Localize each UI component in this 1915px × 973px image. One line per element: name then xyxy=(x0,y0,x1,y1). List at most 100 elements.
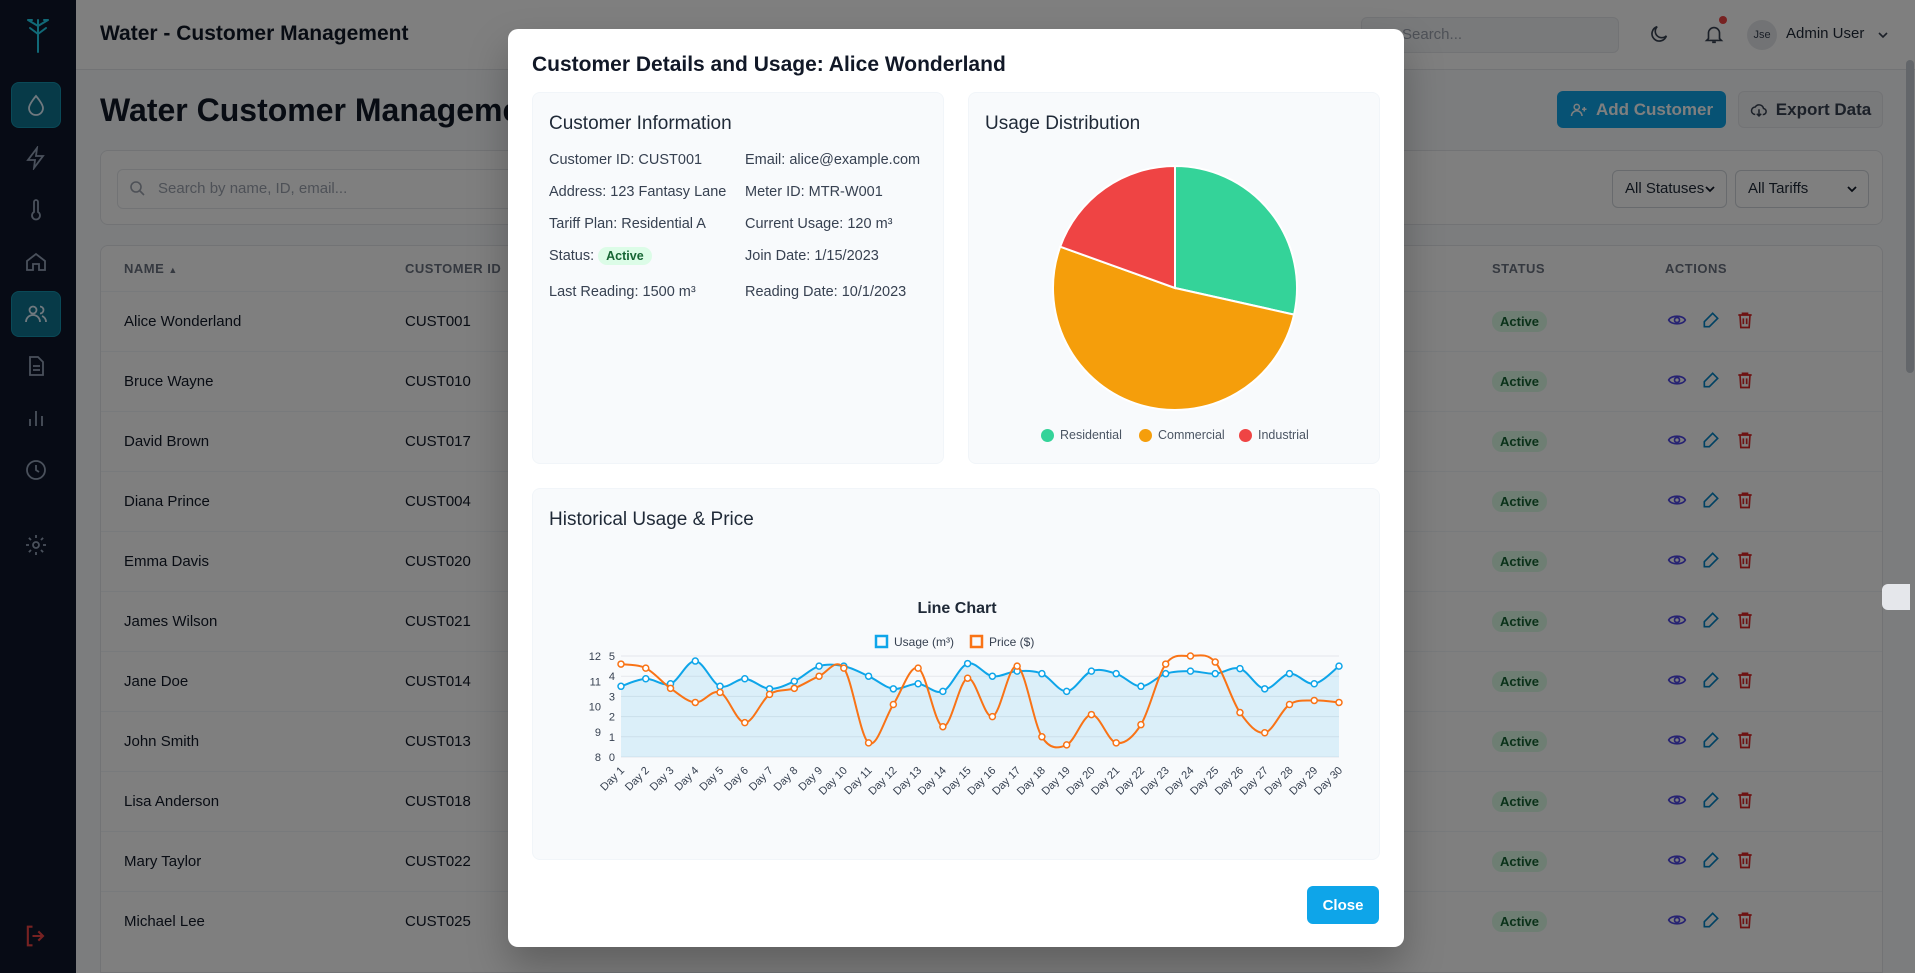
usage-point[interactable] xyxy=(988,672,997,680)
x-tick-label: Day 7 xyxy=(747,765,776,794)
price-point[interactable] xyxy=(914,664,922,672)
price-point[interactable] xyxy=(889,700,898,709)
y-tick-label-right: 5 xyxy=(609,651,615,663)
y-tick-label-left: 8 xyxy=(595,752,601,764)
y-tick-label-right: 4 xyxy=(609,671,615,683)
usage-point[interactable] xyxy=(914,680,922,688)
usage-point[interactable] xyxy=(1260,685,1269,693)
price-point[interactable] xyxy=(1112,739,1120,747)
usage-point[interactable] xyxy=(716,682,724,691)
price-point[interactable] xyxy=(963,674,972,682)
usage-point[interactable] xyxy=(864,672,873,680)
usage-point[interactable] xyxy=(1285,669,1294,678)
customer-info-title: Customer Information xyxy=(549,113,732,134)
y-tick-label-right: 2 xyxy=(609,712,615,724)
usage-point[interactable] xyxy=(617,682,625,691)
usage-point[interactable] xyxy=(1137,682,1145,691)
modal-title: Customer Details and Usage: Alice Wonder… xyxy=(532,53,1006,76)
usage-point[interactable] xyxy=(1335,662,1343,670)
x-tick-label: Day 8 xyxy=(772,765,801,794)
info-tariff: Tariff Plan: Residential A xyxy=(549,216,706,232)
price-point[interactable] xyxy=(765,690,774,699)
legend-swatch xyxy=(1139,428,1152,442)
legend-swatch[interactable] xyxy=(874,634,889,649)
usage-point[interactable] xyxy=(1038,669,1046,678)
info-status-label: Status: xyxy=(549,248,595,264)
price-point[interactable] xyxy=(1236,708,1244,717)
info-address: Address: 123 Fantasy Lane xyxy=(549,184,727,200)
legend-swatch xyxy=(1239,428,1252,442)
price-point[interactable] xyxy=(666,684,675,693)
price-point[interactable] xyxy=(988,712,997,721)
x-tick-label: Day 4 xyxy=(673,765,702,794)
legend-label[interactable]: Price ($) xyxy=(989,635,1034,649)
pie-legend-item[interactable]: Residential xyxy=(1041,428,1122,442)
usage-point[interactable] xyxy=(1161,669,1170,678)
price-point[interactable] xyxy=(741,718,749,727)
price-point[interactable] xyxy=(642,664,650,672)
price-point[interactable] xyxy=(1186,652,1195,660)
info-meter-id: Meter ID: MTR-W001 xyxy=(745,184,883,200)
info-email: Email: alice@example.com xyxy=(745,152,921,168)
usage-point[interactable] xyxy=(963,659,972,668)
legend-swatch[interactable] xyxy=(969,634,984,649)
usage-point[interactable] xyxy=(1087,667,1096,675)
price-point[interactable] xyxy=(1260,729,1269,737)
status-badge: Active xyxy=(598,247,652,265)
price-point[interactable] xyxy=(691,698,700,707)
x-tick-label: Day 3 xyxy=(648,765,677,794)
customer-details-modal: Customer Details and Usage: Alice Wonder… xyxy=(508,29,1404,947)
legend-label: Residential xyxy=(1060,428,1122,442)
price-point[interactable] xyxy=(1038,733,1046,741)
usage-point[interactable] xyxy=(1186,667,1195,675)
extension-tab[interactable] xyxy=(1882,584,1910,610)
usage-point[interactable] xyxy=(1062,687,1071,696)
usage-point[interactable] xyxy=(1112,669,1120,678)
usage-point[interactable] xyxy=(741,674,749,683)
usage-point[interactable] xyxy=(691,657,700,665)
x-tick-label: Day 6 xyxy=(722,765,751,794)
info-join-date: Join Date: 1/15/2023 xyxy=(745,248,879,264)
legend-label[interactable]: Usage (m³) xyxy=(894,635,954,649)
usage-distribution-card: Usage Distribution Residential Commercial… xyxy=(968,92,1380,464)
usage-point[interactable] xyxy=(1310,680,1318,688)
price-point[interactable] xyxy=(1137,720,1145,729)
usage-point[interactable] xyxy=(889,685,898,693)
price-point[interactable] xyxy=(939,722,947,731)
x-tick-label: Day 30 xyxy=(1312,765,1345,798)
price-point[interactable] xyxy=(1310,696,1318,705)
usage-point[interactable] xyxy=(1211,669,1219,678)
price-point[interactable] xyxy=(617,660,625,668)
usage-point[interactable] xyxy=(815,662,823,670)
price-point[interactable] xyxy=(840,664,848,672)
price-point[interactable] xyxy=(1211,658,1219,666)
price-point[interactable] xyxy=(815,672,823,680)
usage-point[interactable] xyxy=(1236,664,1244,673)
y-tick-label-left: 11 xyxy=(590,676,601,688)
pie-legend-item[interactable]: Industrial xyxy=(1239,428,1309,442)
info-last-reading: Last Reading: 1500 m³ xyxy=(549,284,696,300)
y-tick-label-left: 12 xyxy=(589,651,601,663)
info-status: Status: Active xyxy=(549,247,652,265)
x-tick-label: Day 1 xyxy=(598,765,627,794)
price-point[interactable] xyxy=(790,684,799,693)
usage-point[interactable] xyxy=(642,674,650,683)
price-point[interactable] xyxy=(1062,741,1071,749)
legend-label: Commercial xyxy=(1158,428,1225,442)
series-area-usage xyxy=(621,661,1339,757)
price-point[interactable] xyxy=(1087,710,1096,719)
price-point[interactable] xyxy=(1161,660,1170,668)
info-reading-date: Reading Date: 10/1/2023 xyxy=(745,284,907,300)
price-point[interactable] xyxy=(716,688,724,697)
x-tick-label: Day 2 xyxy=(623,765,652,794)
usage-price-line-chart: Line ChartUsage (m³) Price ($)01234589101… xyxy=(589,600,1345,798)
usage-point[interactable] xyxy=(939,687,947,696)
usage-point[interactable] xyxy=(790,677,799,685)
close-button[interactable]: Close xyxy=(1307,886,1379,924)
y-tick-label-right: 1 xyxy=(609,732,615,744)
price-point[interactable] xyxy=(1285,700,1294,709)
price-point[interactable] xyxy=(1335,698,1343,707)
pie-legend-item[interactable]: Commercial xyxy=(1139,428,1225,442)
price-point[interactable] xyxy=(864,739,873,747)
price-point[interactable] xyxy=(1013,662,1021,670)
